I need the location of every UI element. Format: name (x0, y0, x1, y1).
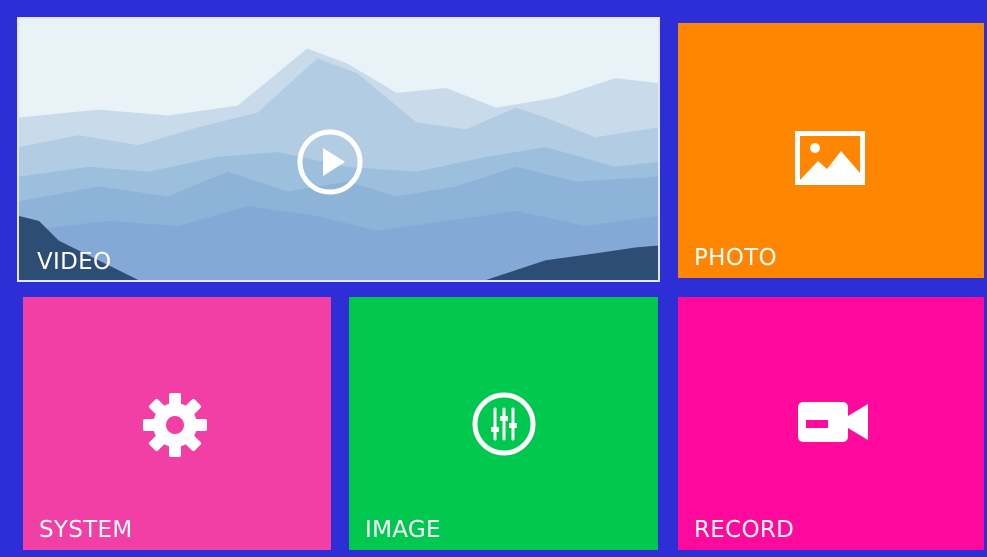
gear-icon (143, 393, 207, 457)
video-tile[interactable]: VIDEO (17, 17, 660, 282)
record-tile[interactable]: RECORD (678, 297, 984, 550)
image-tile[interactable]: IMAGE (349, 297, 658, 550)
system-tile[interactable]: SYSTEM (23, 297, 331, 550)
record-label: RECORD (694, 517, 795, 543)
system-label: SYSTEM (39, 517, 133, 543)
sliders-circle-icon (472, 392, 536, 456)
video-label: VIDEO (37, 249, 112, 275)
photo-label: PHOTO (694, 245, 777, 271)
video-camera-icon (798, 402, 868, 442)
menu-screen: VIDEO PHOTO SYSTEM IMAGE RECORD (0, 0, 987, 557)
image-label: IMAGE (365, 517, 441, 543)
picture-icon (795, 131, 865, 185)
photo-tile[interactable]: PHOTO (678, 23, 984, 278)
play-circle-icon[interactable] (296, 128, 364, 196)
